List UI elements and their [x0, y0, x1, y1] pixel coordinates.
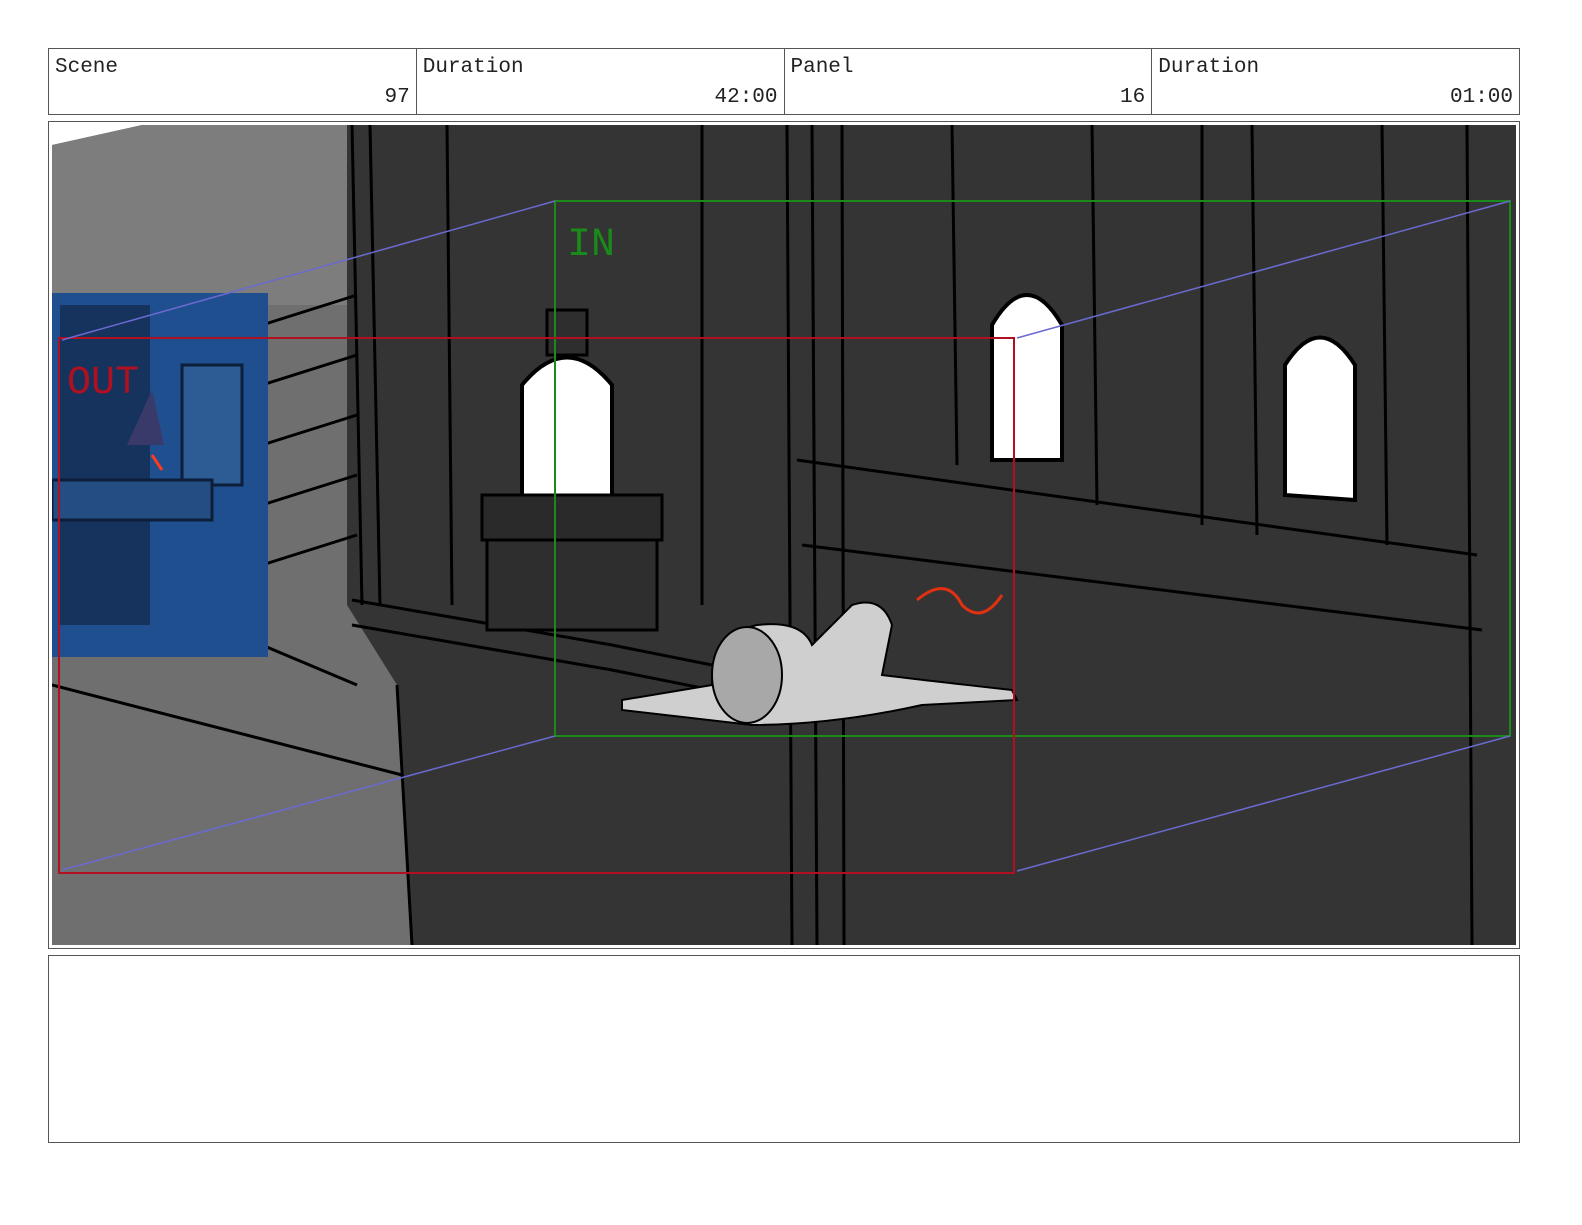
panel-duration-label: Duration — [1158, 56, 1260, 79]
out-label: OUT — [67, 361, 139, 406]
notes-box[interactable] — [48, 955, 1520, 1143]
panel-cell: Panel 16 — [785, 49, 1153, 114]
storyboard-frame: IN OUT — [48, 121, 1520, 949]
panel-number: 16 — [1120, 86, 1146, 109]
panel-drawing: IN OUT — [52, 125, 1516, 945]
reference-inset — [52, 293, 268, 657]
in-label: IN — [567, 223, 615, 268]
scene-duration-value: 42:00 — [714, 86, 778, 109]
panel-duration-cell: Duration 01:00 — [1152, 49, 1519, 114]
panel-label: Panel — [790, 56, 854, 79]
panel-duration-value: 01:00 — [1449, 86, 1513, 109]
scene-duration-cell: Duration 42:00 — [417, 49, 785, 114]
scene-label: Scene — [55, 56, 119, 79]
side-wall — [52, 125, 352, 305]
scene-cell: Scene 97 — [49, 49, 417, 114]
storyboard-header: Scene 97 Duration 42:00 Panel 16 Duratio… — [48, 48, 1520, 115]
scene-duration-label: Duration — [422, 56, 524, 79]
scene-number: 97 — [384, 86, 410, 109]
